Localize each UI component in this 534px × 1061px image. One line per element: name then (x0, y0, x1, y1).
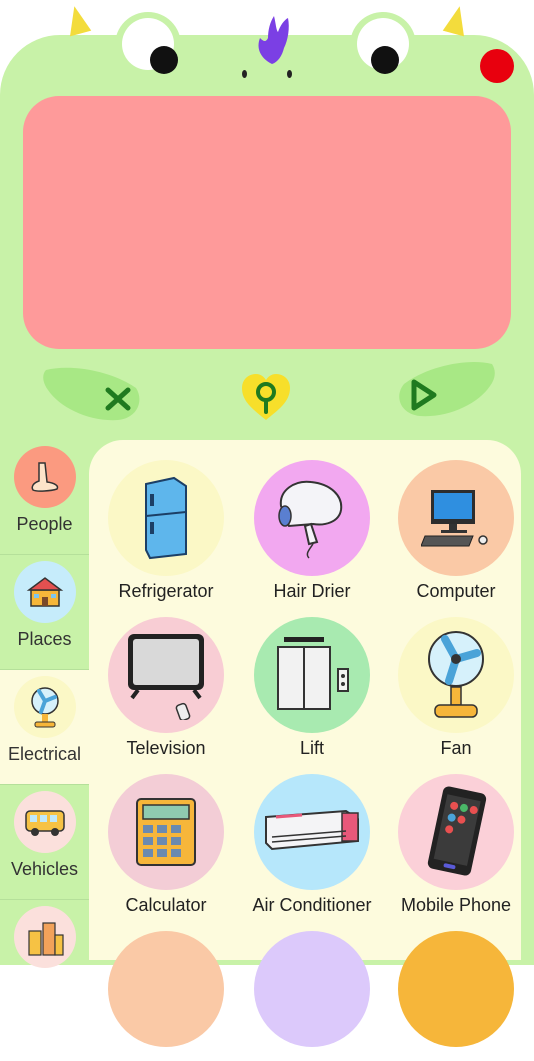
television-icon (108, 617, 224, 733)
item-mobile-phone[interactable]: Mobile Phone (383, 754, 529, 915)
item-partial-2[interactable] (239, 911, 385, 1061)
left-nostril (242, 70, 247, 78)
buildings-icon (14, 906, 76, 968)
clear-button[interactable] (40, 360, 144, 424)
category-people[interactable]: People (0, 440, 89, 555)
category-electrical[interactable]: Electrical (0, 670, 89, 785)
category-places[interactable]: Places (0, 555, 89, 670)
play-icon (399, 362, 495, 417)
record-dot-button[interactable] (480, 49, 514, 83)
item-hair-drier[interactable]: Hair Drier (239, 440, 385, 601)
item-computer[interactable]: Computer (383, 440, 529, 601)
category-label: Places (17, 629, 72, 649)
calculator-icon (108, 774, 224, 890)
play-button[interactable] (394, 356, 498, 420)
heart-location-icon (242, 374, 290, 420)
item-calculator[interactable]: Calculator (93, 754, 239, 915)
item-air-conditioner[interactable]: Air Conditioner (239, 754, 385, 915)
category-label: Electrical (7, 744, 82, 764)
item-refrigerator[interactable]: Refrigerator (93, 440, 239, 601)
category-buildings[interactable] (0, 900, 89, 1014)
lift-icon (254, 617, 370, 733)
display-screen (23, 96, 511, 349)
item-lift[interactable]: Lift (239, 597, 385, 758)
left-horn (62, 3, 92, 37)
fan-icon (398, 617, 514, 733)
left-eye (115, 12, 181, 78)
item-partial-circle (254, 931, 370, 1047)
item-fan[interactable]: Fan (383, 597, 529, 758)
item-partial-circle (108, 931, 224, 1047)
category-sidebar: People Places Electrical Vehicles (0, 440, 89, 968)
bus-icon (14, 791, 76, 853)
refrigerator-icon (108, 460, 224, 576)
crest-icon (258, 16, 289, 64)
right-nostril (287, 70, 292, 78)
category-vehicles[interactable]: Vehicles (0, 785, 89, 900)
right-eye (350, 12, 416, 78)
category-label: Vehicles (10, 859, 79, 879)
category-label: People (16, 514, 73, 534)
foot-icon (14, 446, 76, 508)
right-horn (442, 3, 472, 37)
hair-drier-icon (254, 460, 370, 576)
air-conditioner-icon (254, 774, 370, 890)
fan-icon (14, 676, 76, 738)
close-icon (43, 367, 140, 421)
items-panel: Refrigerator Hair Drier Computer Televis… (89, 440, 521, 1047)
computer-icon (398, 460, 514, 576)
mobile-phone-icon (398, 774, 514, 890)
item-television[interactable]: Television (93, 597, 239, 758)
school-icon (14, 561, 76, 623)
item-partial-3[interactable] (383, 911, 529, 1061)
item-partial-1[interactable] (93, 911, 239, 1061)
item-partial-circle (398, 931, 514, 1047)
favorite-button[interactable] (240, 372, 292, 422)
